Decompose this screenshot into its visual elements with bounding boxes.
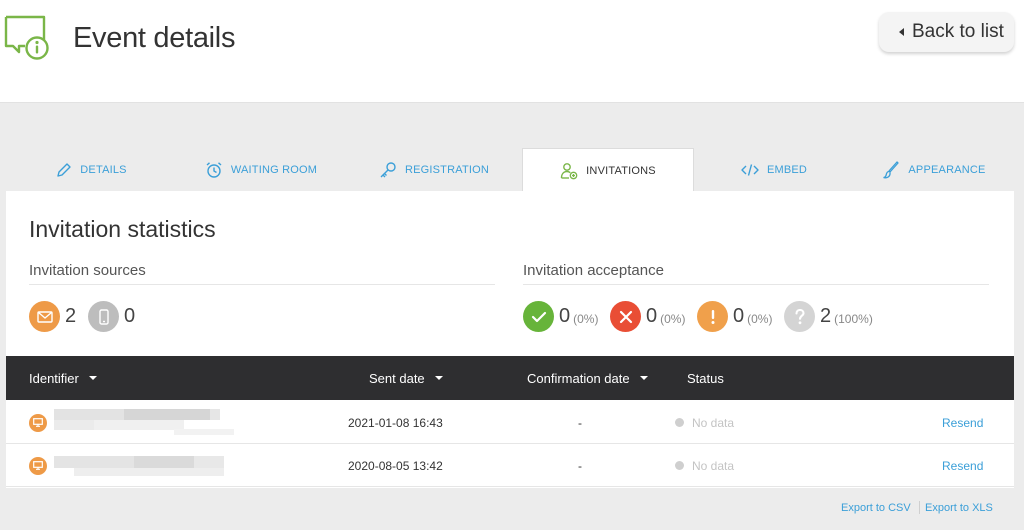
- status-dot-icon: [675, 418, 684, 427]
- mobile-count: 0: [124, 305, 136, 327]
- tab-label: EMBED: [766, 164, 808, 176]
- column-sent-date[interactable]: Sent date: [369, 356, 443, 400]
- sort-down-icon: [88, 376, 97, 380]
- exclamation-icon: [697, 301, 728, 332]
- tab-label: REGISTRATION: [404, 164, 490, 176]
- tab-registration[interactable]: REGISTRATION: [346, 148, 522, 192]
- confirmation-date: -: [578, 415, 582, 430]
- status-text: No data: [692, 458, 735, 473]
- divider: [29, 284, 495, 285]
- tentative-percent: (0%): [747, 312, 773, 326]
- device-cell: [29, 401, 47, 444]
- accepted-percent: (0%): [573, 312, 599, 326]
- unknown-count: 2: [820, 305, 832, 327]
- column-label: Identifier: [29, 370, 79, 386]
- status-text: No data: [692, 415, 735, 430]
- email-count: 2: [65, 305, 77, 327]
- declined-percent: (0%): [660, 312, 686, 326]
- declined-stat: 0 (0%): [610, 301, 685, 332]
- chat-info-icon: [4, 15, 49, 60]
- identifier-redacted: [54, 452, 234, 480]
- tab-label: WAITING ROOM: [230, 164, 318, 176]
- confirmation-date: -: [578, 458, 582, 473]
- page-header: Event details Back to list: [0, 0, 1024, 103]
- tab-details[interactable]: DETAILS: [6, 148, 176, 192]
- divider: [919, 501, 920, 514]
- sources-title: Invitation sources: [29, 262, 146, 279]
- identifier-redacted: [54, 409, 234, 437]
- pencil-icon: [57, 162, 71, 177]
- tab-label: APPEARANCE: [908, 164, 986, 176]
- invitations-panel: Invitation statistics Invitation sources…: [6, 191, 1014, 527]
- resend-link[interactable]: Resend: [942, 444, 983, 487]
- page-title: Event details: [73, 22, 236, 54]
- status-dot-icon: [675, 461, 684, 470]
- mobile-source-stat: 0: [88, 301, 135, 332]
- accepted-count: 0: [559, 305, 571, 327]
- sort-down-icon: [434, 376, 443, 380]
- accepted-stat: 0 (0%): [523, 301, 598, 332]
- tentative-stat: 0 (0%): [697, 301, 772, 332]
- column-label: Confirmation date: [527, 370, 630, 386]
- resend-link[interactable]: Resend: [942, 401, 983, 444]
- acceptance-title: Invitation acceptance: [523, 262, 664, 279]
- envelope-icon: [29, 301, 60, 332]
- unknown-stat: 2 (100%): [784, 301, 873, 332]
- brush-icon: [883, 161, 900, 179]
- sent-date: 2021-01-08 16:43: [348, 415, 443, 430]
- column-label: Sent date: [369, 370, 425, 386]
- mobile-phone-icon: [88, 301, 119, 332]
- divider: [523, 284, 989, 285]
- column-label: Status: [687, 370, 724, 386]
- back-to-list-label: Back to list: [912, 21, 1004, 42]
- table-row: 2020-08-05 13:42 - No data Resend: [6, 444, 1014, 487]
- export-xls-link[interactable]: Export to XLS: [925, 502, 993, 514]
- table-row: 2021-01-08 16:43 - No data Resend: [6, 401, 1014, 444]
- table-footer: Export to CSV Export to XLS: [6, 488, 1014, 527]
- column-status: Status: [687, 356, 724, 400]
- alarm-clock-icon: [206, 162, 222, 178]
- tab-label: DETAILS: [80, 164, 127, 176]
- tab-bar: DETAILS WAITING ROOM REGISTRATION INVITA…: [6, 148, 1014, 193]
- tab-invitations[interactable]: INVITATIONS: [522, 148, 694, 193]
- status-cell: No data: [675, 401, 734, 444]
- desktop-icon: [29, 413, 47, 432]
- tab-appearance[interactable]: APPEARANCE: [854, 148, 1014, 192]
- sort-down-icon: [639, 376, 648, 380]
- caret-left-icon: [899, 28, 904, 36]
- unknown-percent: (100%): [834, 312, 873, 326]
- check-icon: [523, 301, 554, 332]
- code-icon: [741, 164, 759, 176]
- email-source-stat: 2: [29, 301, 76, 332]
- column-identifier[interactable]: Identifier: [29, 356, 97, 400]
- tab-label: INVITATIONS: [586, 165, 656, 177]
- question-icon: [784, 301, 815, 332]
- tentative-count: 0: [733, 305, 745, 327]
- column-confirmation-date[interactable]: Confirmation date: [527, 356, 648, 400]
- status-cell: No data: [675, 444, 734, 487]
- back-to-list-button[interactable]: Back to list: [879, 12, 1014, 52]
- sent-date: 2020-08-05 13:42: [348, 458, 443, 473]
- cross-icon: [610, 301, 641, 332]
- user-add-icon: [560, 163, 578, 180]
- device-cell: [29, 444, 47, 487]
- table-header: Identifier Sent date Confirmation date S…: [6, 356, 1014, 400]
- export-csv-link[interactable]: Export to CSV: [841, 502, 911, 514]
- declined-count: 0: [646, 305, 658, 327]
- tab-embed[interactable]: EMBED: [694, 148, 854, 192]
- tab-waiting-room[interactable]: WAITING ROOM: [176, 148, 346, 192]
- desktop-icon: [29, 456, 47, 475]
- section-title: Invitation statistics: [29, 216, 216, 242]
- key-icon: [380, 162, 396, 178]
